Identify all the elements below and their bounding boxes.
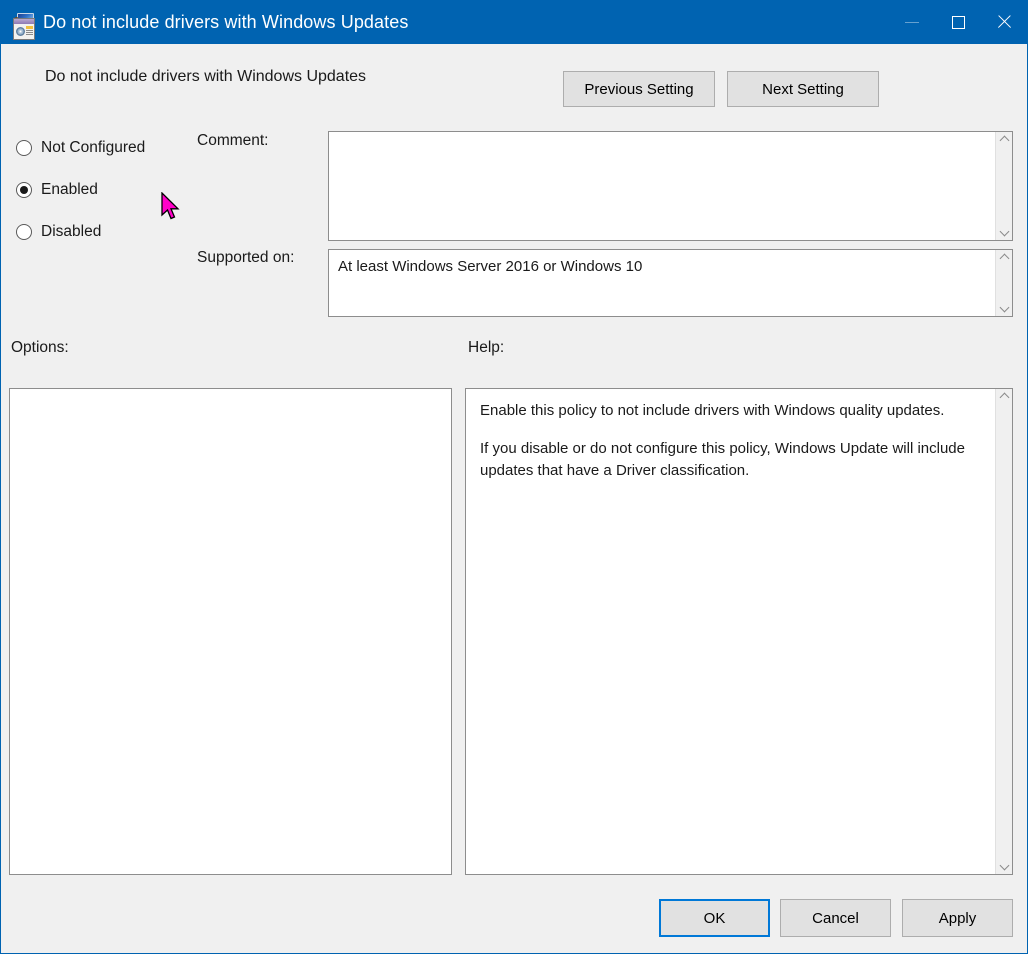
- radio-label: Enabled: [41, 181, 98, 198]
- radio-circle-icon: [16, 140, 32, 156]
- policy-state-radio-group: Not Configured Enabled Disabled: [16, 136, 196, 262]
- maximize-icon: [951, 15, 965, 29]
- chevron-up-icon[interactable]: [1000, 135, 1009, 144]
- maximize-button[interactable]: [935, 0, 981, 44]
- close-icon: [996, 14, 1012, 30]
- options-panel[interactable]: [9, 388, 452, 875]
- help-paragraph: Enable this policy to not include driver…: [480, 402, 945, 419]
- radio-circle-icon: [16, 182, 32, 198]
- radio-disabled[interactable]: Disabled: [16, 220, 196, 244]
- help-scrollbar[interactable]: [995, 389, 1012, 874]
- title-bar[interactable]: Do not include drivers with Windows Upda…: [1, 0, 1027, 44]
- setting-name-label: Do not include drivers with Windows Upda…: [45, 68, 367, 85]
- comment-value[interactable]: [329, 132, 995, 240]
- supported-on-scrollbar[interactable]: [995, 250, 1012, 316]
- supported-on-textarea[interactable]: At least Windows Server 2016 or Windows …: [328, 249, 1013, 317]
- supported-on-value: At least Windows Server 2016 or Windows …: [338, 258, 643, 275]
- radio-circle-icon: [16, 224, 32, 240]
- ok-button[interactable]: OK: [659, 899, 770, 937]
- previous-setting-button[interactable]: Previous Setting: [563, 71, 715, 107]
- policy-setting-icon: [13, 18, 35, 40]
- cancel-button[interactable]: Cancel: [780, 899, 891, 937]
- chevron-down-icon[interactable]: [1000, 862, 1009, 871]
- chevron-down-icon[interactable]: [1000, 304, 1009, 313]
- policy-setting-dialog: Do not include drivers with Windows Upda…: [0, 0, 1028, 954]
- minimize-button[interactable]: [889, 0, 935, 44]
- radio-label: Not Configured: [41, 139, 146, 156]
- comment-textarea[interactable]: [328, 131, 1013, 241]
- help-label: Help:: [468, 339, 505, 356]
- radio-not-configured[interactable]: Not Configured: [16, 136, 196, 160]
- radio-label: Disabled: [41, 223, 102, 240]
- close-button[interactable]: [981, 0, 1027, 44]
- options-label: Options:: [11, 339, 69, 356]
- comment-scrollbar[interactable]: [995, 132, 1012, 240]
- window-title: Do not include drivers with Windows Upda…: [43, 11, 409, 32]
- next-setting-button[interactable]: Next Setting: [727, 71, 879, 107]
- help-text: Enable this policy to not include driver…: [466, 389, 995, 874]
- radio-enabled[interactable]: Enabled: [16, 178, 196, 202]
- chevron-up-icon[interactable]: [1000, 392, 1009, 401]
- apply-button[interactable]: Apply: [902, 899, 1013, 937]
- help-panel: Enable this policy to not include driver…: [465, 388, 1013, 875]
- chevron-up-icon[interactable]: [1000, 253, 1009, 262]
- help-paragraph: If you disable or do not configure this …: [480, 440, 965, 479]
- supported-on-label: Supported on:: [197, 249, 295, 266]
- window-controls: [889, 0, 1027, 44]
- minimize-icon: [905, 21, 919, 23]
- chevron-down-icon[interactable]: [1000, 228, 1009, 237]
- comment-label: Comment:: [197, 132, 269, 149]
